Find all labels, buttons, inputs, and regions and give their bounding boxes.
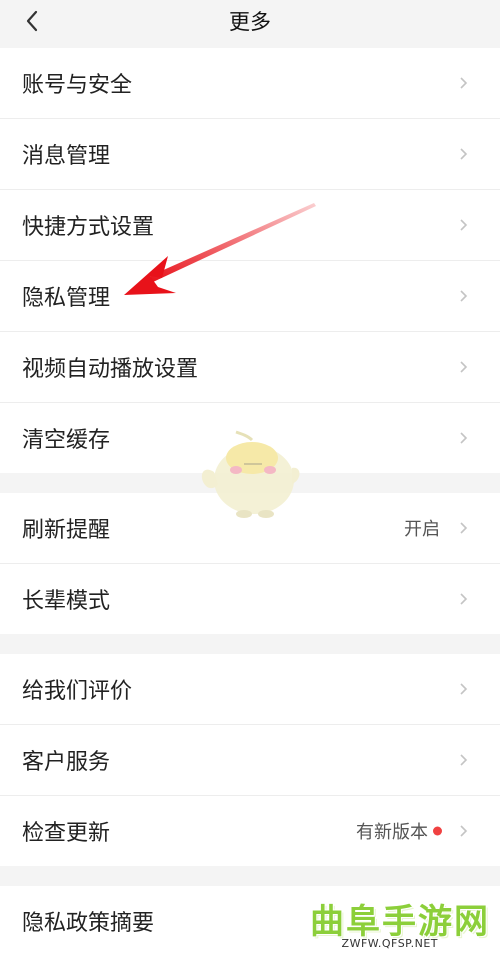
row-label: 隐私政策摘要 [22,911,155,936]
site-watermark: 曲阜手游网 ZWFW.QFSP.NET [285,894,500,954]
row-label: 隐私管理 [22,286,111,311]
row-elder-mode[interactable]: 长辈模式 [0,564,500,634]
chevron-right-icon [460,77,468,89]
page-title: 更多 [229,10,271,34]
chevron-right-icon [460,683,468,695]
row-label: 账号与安全 [22,73,133,98]
row-label: 消息管理 [22,144,111,169]
row-label: 刷新提醒 [22,518,111,543]
row-account-security[interactable]: 账号与安全 [0,48,500,119]
row-shortcut-settings[interactable]: 快捷方式设置 [0,190,500,261]
new-version-dot [433,826,442,836]
row-label: 清空缓存 [22,428,111,453]
chevron-right-icon [460,522,468,534]
row-label: 给我们评价 [22,679,133,704]
chevron-right-icon [460,432,468,444]
row-value: 开启 [404,519,440,540]
chevron-right-icon [460,361,468,373]
row-label: 视频自动播放设置 [22,357,199,382]
watermark-url: ZWFW.QFSP.NET [341,937,438,950]
row-video-autoplay[interactable]: 视频自动播放设置 [0,332,500,403]
chevron-right-icon [460,593,468,605]
settings-group-support: 给我们评价 客户服务 检查更新 有新版本 [0,654,500,866]
chevron-right-icon [460,290,468,302]
section-divider [0,634,500,654]
top-bar: 更多 [0,0,500,48]
row-label: 客户服务 [22,750,111,775]
mascot-bird-icon [201,430,300,518]
row-label: 快捷方式设置 [22,215,155,240]
chevron-right-icon [460,754,468,766]
row-check-update[interactable]: 检查更新 有新版本 [0,796,500,866]
settings-group-account: 账号与安全 消息管理 快捷方式设置 隐私管理 视频自动播放设置 清空缓存 [0,48,500,473]
row-label: 检查更新 [22,821,111,846]
row-rate-us[interactable]: 给我们评价 [0,654,500,725]
chevron-right-icon [460,219,468,231]
watermark-title: 曲阜手游网 [310,902,490,942]
row-privacy-management[interactable]: 隐私管理 [0,261,500,332]
row-message-management[interactable]: 消息管理 [0,119,500,190]
chevron-right-icon [460,825,468,837]
chevron-right-icon [460,148,468,160]
row-value: 有新版本 [356,822,428,843]
row-customer-service[interactable]: 客户服务 [0,725,500,796]
row-label: 长辈模式 [22,589,111,614]
section-divider [0,866,500,886]
